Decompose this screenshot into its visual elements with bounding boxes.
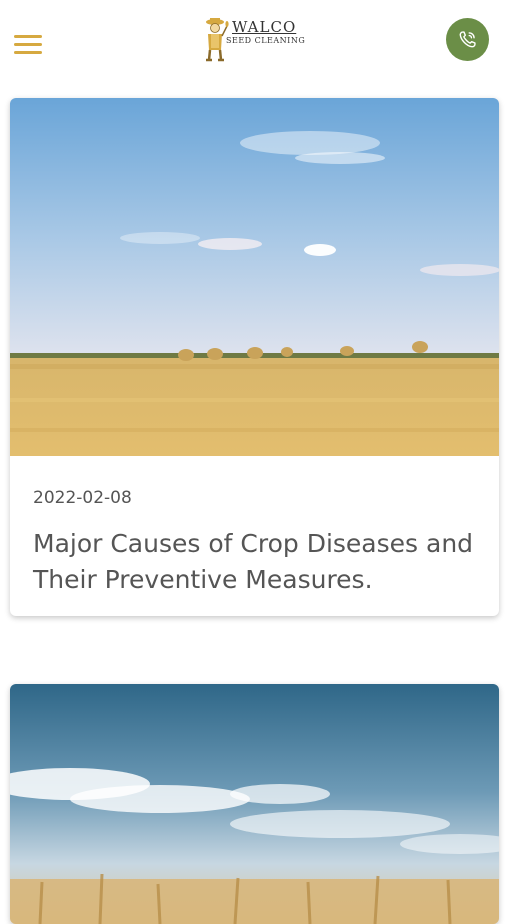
walco-logo[interactable]: WALCO SEED CLEANING (200, 14, 312, 64)
phone-call-icon (459, 31, 476, 48)
article-card[interactable] (10, 684, 499, 924)
article-title[interactable]: Major Causes of Crop Diseases and Their … (33, 526, 483, 598)
logo-title: WALCO (232, 18, 297, 36)
hamburger-menu-icon[interactable] (14, 33, 44, 55)
wheat-field-cloudy-sky-photo (10, 684, 499, 924)
wheat-field-hay-bales-photo (10, 98, 499, 456)
article-card[interactable]: 2022-02-08 Major Causes of Crop Diseases… (10, 98, 499, 616)
logo-subtitle: SEED CLEANING (226, 36, 306, 45)
article-date: 2022-02-08 (33, 488, 132, 508)
phone-call-button[interactable] (446, 18, 489, 61)
app-header: WALCO SEED CLEANING (0, 0, 507, 84)
